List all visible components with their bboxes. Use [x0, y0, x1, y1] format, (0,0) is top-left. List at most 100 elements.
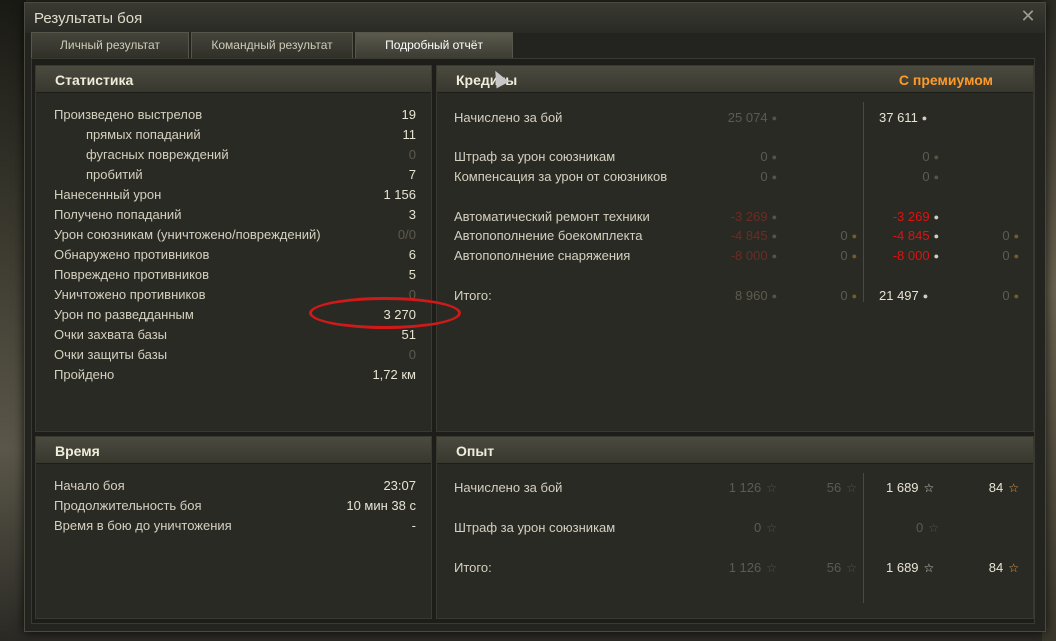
credit-premium-gold: 0 ●: [1002, 248, 1019, 263]
exp-row: Начислено за бой 1 126 ☆ 56 ☆ 1 689 ☆ 84 ☆: [454, 479, 1034, 497]
stat-label: Нанесенный урон: [54, 187, 162, 202]
stat-value: 7: [408, 167, 416, 182]
credit-label: Автопополнение снаряжения: [454, 248, 631, 263]
stats-panel: Статистика Произведено выстрелов 19 прямы…: [35, 65, 432, 432]
credit-base-gold: 0 ●: [840, 288, 857, 303]
report-content: Статистика Произведено выстрелов 19 прямы…: [31, 58, 1035, 624]
credit-base: 0 ●: [760, 169, 777, 184]
credit-coin-icon: ●: [933, 172, 939, 182]
stat-value: 5: [408, 267, 416, 282]
stat-label: Обнаружено противников: [54, 247, 210, 262]
credit-coin-icon: ●: [933, 152, 939, 162]
stat-label: Урон союзникам (уничтожено/повреждений): [54, 227, 321, 242]
exp-premium: 1 689 ☆: [886, 560, 935, 575]
credit-premium: -8 000 ●: [892, 248, 939, 263]
star-icon: ☆: [766, 561, 777, 575]
credit-row: Штраф за урон союзникам 0 ● 0 ●: [454, 148, 1034, 166]
exp-premium-free: 84 ☆: [988, 480, 1019, 495]
stats-header: Статистика: [36, 66, 431, 93]
exp-total-row: Итого: 1 126 ☆ 56 ☆ 1 689 ☆ 84 ☆: [454, 559, 1034, 577]
credit-row: Начислено за бой 25 074 ● 37 611 ●: [454, 109, 1034, 127]
window-title: Результаты боя: [34, 10, 143, 27]
experience-panel: Опыт Начислено за бой 1 126 ☆ 56 ☆ 1 689 ☆ …: [436, 436, 1034, 619]
close-icon[interactable]: ✕: [1019, 7, 1037, 25]
tab-detailed-report[interactable]: Подробный отчёт: [355, 32, 513, 58]
exp-premium: 0 ☆: [916, 520, 939, 535]
time-label: Время в бою до уничтожения: [54, 518, 232, 533]
credit-premium: -4 845 ●: [892, 228, 939, 243]
credit-base: 25 074 ●: [727, 110, 777, 125]
stat-row: Повреждено противников 5: [54, 266, 416, 284]
stat-label: прямых попаданий: [86, 127, 201, 142]
stat-label: Очки защиты базы: [54, 347, 168, 362]
exp-label: Штраф за урон союзникам: [454, 520, 616, 535]
tab-team-result[interactable]: Командный результат: [191, 32, 353, 58]
credit-label: Автоматический ремонт техники: [454, 209, 650, 224]
credit-coin-icon: ●: [933, 212, 939, 222]
star-icon: ☆: [766, 481, 777, 495]
stat-row: Нанесенный урон 1 156: [54, 186, 416, 204]
exp-row: Штраф за урон союзникам 0 ☆ 0 ☆: [454, 519, 1034, 537]
exp-label: Начислено за бой: [454, 480, 563, 495]
stat-row: Обнаружено противников 6: [54, 246, 416, 264]
exp-label: Итого:: [454, 560, 492, 575]
credit-premium: -3 269 ●: [892, 209, 939, 224]
experience-title: Опыт: [456, 443, 495, 459]
gold-coin-icon: ●: [1013, 231, 1019, 241]
credit-label: Компенсация за урон от союзников: [454, 169, 668, 184]
stat-value: 0: [408, 147, 416, 162]
stat-row: пробитий 7: [54, 166, 416, 184]
stat-label: Уничтожено противников: [54, 287, 206, 302]
stat-value: 0: [408, 347, 416, 362]
credit-total-row: Итого: 8 960 ● 0 ● 21 497 ● 0 ●: [454, 287, 1034, 305]
time-row: Начало боя 23:07: [54, 477, 416, 495]
credit-coin-icon: ●: [922, 291, 929, 301]
battle-results-window: Результаты боя ✕ Личный результат Команд…: [24, 2, 1046, 632]
star-icon: ☆: [1008, 561, 1019, 575]
credit-row: Автопополнение боекомплекта -4 845 ● 0 ● -…: [454, 227, 1034, 245]
stat-row: Пройдено 1,72 км: [54, 366, 416, 384]
gold-coin-icon: ●: [851, 291, 857, 301]
stat-label: Пройдено: [54, 367, 115, 382]
time-row: Продолжительность боя 10 мин 38 с: [54, 497, 416, 515]
stat-label: пробитий: [86, 167, 143, 182]
credit-premium-gold: 0 ●: [1002, 288, 1019, 303]
experience-header: Опыт: [437, 437, 1033, 464]
credit-base: 8 960 ●: [735, 288, 777, 303]
stat-row: фугасных повреждений 0: [54, 146, 416, 164]
stat-label: Повреждено противников: [54, 267, 210, 282]
background-left: [0, 0, 26, 641]
stat-label: Произведено выстрелов: [54, 107, 203, 122]
credit-label: Начислено за бой: [454, 110, 563, 125]
stat-row: Произведено выстрелов 19: [54, 106, 416, 124]
star-icon: ☆: [766, 521, 777, 535]
stat-value: 6: [408, 247, 416, 262]
star-icon: ☆: [928, 521, 939, 535]
credit-base: 0 ●: [760, 149, 777, 164]
stat-label: Урон по разведданным: [54, 307, 194, 322]
time-value: -: [411, 518, 416, 533]
exp-base: 1 126 ☆: [728, 480, 777, 495]
star-icon: ☆: [923, 561, 935, 575]
stat-label: Получено попаданий: [54, 207, 182, 222]
stat-value: 51: [401, 327, 416, 342]
stat-row: прямых попаданий 11: [54, 126, 416, 144]
credit-label: Автопополнение боекомплекта: [454, 228, 643, 243]
credit-row: Компенсация за урон от союзников 0 ● 0 ●: [454, 168, 1034, 186]
credit-coin-icon: ●: [771, 172, 777, 182]
stat-label: фугасных повреждений: [86, 147, 229, 162]
credit-coin-icon: ●: [771, 212, 777, 222]
gold-coin-icon: ●: [1013, 291, 1019, 301]
credit-premium-gold: 0 ●: [1002, 228, 1019, 243]
stat-value: 1,72 км: [372, 367, 416, 382]
credits-header: Кредиты С премиумом: [437, 66, 1033, 93]
tab-personal-result[interactable]: Личный результат: [31, 32, 189, 58]
exp-base: 1 126 ☆: [728, 560, 777, 575]
star-icon: ☆: [846, 481, 857, 495]
time-value: 10 мин 38 с: [346, 498, 416, 513]
time-value: 23:07: [383, 478, 416, 493]
time-label: Продолжительность боя: [54, 498, 202, 513]
stats-title: Статистика: [55, 72, 134, 88]
credit-coin-icon: ●: [771, 152, 777, 162]
credit-base: -8 000 ●: [730, 248, 777, 263]
